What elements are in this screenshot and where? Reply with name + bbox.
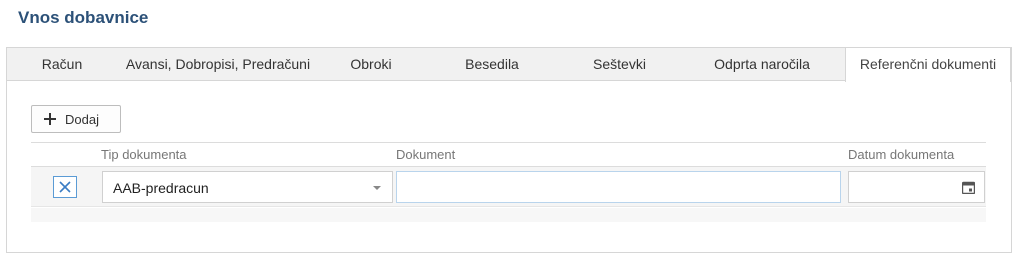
tab-sestevki[interactable]: Seštevki <box>582 48 657 81</box>
document-date-field <box>848 171 985 203</box>
page-title: Vnos dobavnice <box>18 8 149 27</box>
close-icon <box>59 181 71 193</box>
calendar-icon[interactable] <box>962 181 975 194</box>
plus-icon <box>44 113 56 125</box>
add-button-label: Dodaj <box>65 111 99 127</box>
table-row: AAB-predracun <box>31 167 986 207</box>
document-date-input[interactable] <box>849 172 954 202</box>
grid-header: Tip dokumenta Dokument Datum dokumenta <box>31 142 986 167</box>
column-header-document-type: Tip dokumenta <box>101 147 187 162</box>
tab-racun[interactable]: Račun <box>30 48 94 81</box>
reference-documents-grid: Tip dokumenta Dokument Datum dokumenta A… <box>31 142 986 222</box>
chevron-down-icon <box>373 186 381 190</box>
tab-besedila[interactable]: Besedila <box>457 48 527 81</box>
document-type-value: AAB-predracun <box>113 180 209 196</box>
grid-footer <box>31 208 986 222</box>
tab-odprta-narocila[interactable]: Odprta naročila <box>707 48 817 81</box>
document-input[interactable] <box>396 171 841 203</box>
reference-documents-panel: Račun Avansi, Dobropisi, Predračuni Obro… <box>6 47 1012 253</box>
add-button[interactable]: Dodaj <box>31 105 121 133</box>
tab-obroki[interactable]: Obroki <box>341 48 401 81</box>
tab-avansi-dobropisi-predracuni[interactable]: Avansi, Dobropisi, Predračuni <box>118 48 318 81</box>
tab-bar: Račun Avansi, Dobropisi, Predračuni Obro… <box>7 48 1011 82</box>
tab-referencni-dokumenti[interactable]: Referenčni dokumenti <box>845 48 1011 82</box>
document-type-select[interactable]: AAB-predracun <box>102 171 393 203</box>
delete-row-button[interactable] <box>53 176 77 198</box>
column-header-document: Dokument <box>396 147 456 162</box>
column-header-document-date: Datum dokumenta <box>848 147 955 162</box>
